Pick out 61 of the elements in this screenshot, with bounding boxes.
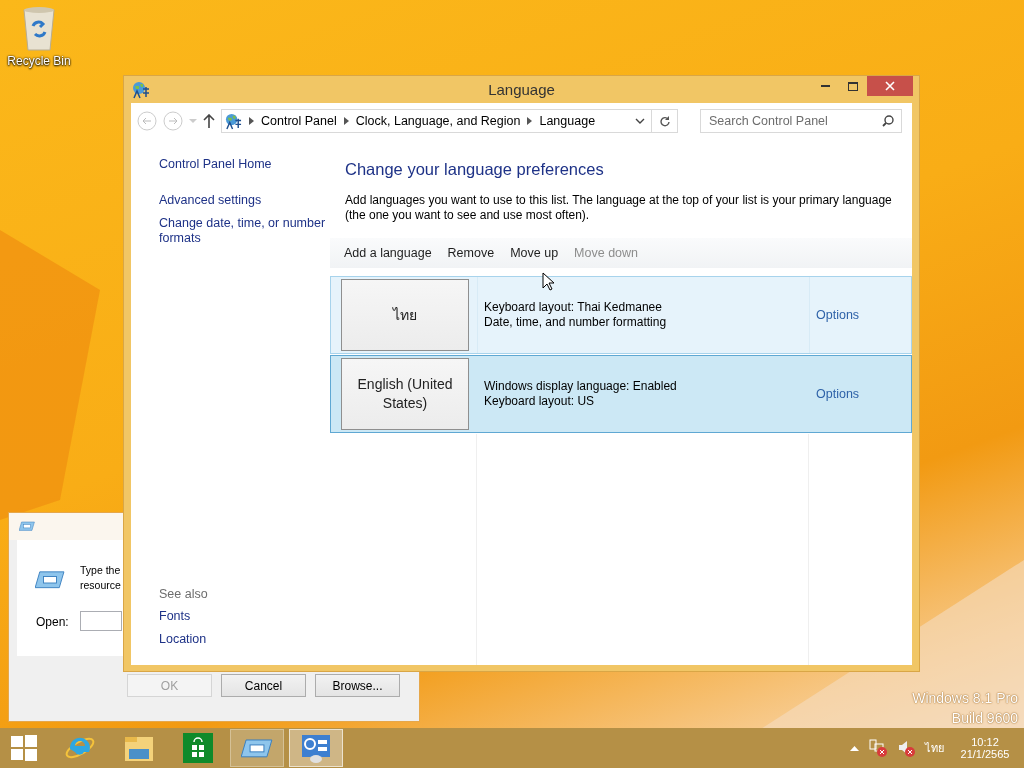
open-field[interactable]	[80, 611, 122, 631]
language-icon	[132, 80, 150, 99]
run-title-icon	[19, 521, 35, 532]
run-icon	[35, 570, 65, 590]
language-row[interactable]: ไทย Keyboard layout: Thai Kedmanee Date, time, and number formatting Options	[330, 276, 912, 354]
toolbar-button[interactable]: Add a language	[336, 246, 440, 260]
language-icon	[225, 112, 242, 130]
window-title: Language	[487, 81, 556, 98]
minimize-icon	[820, 85, 830, 87]
chevron-icon	[527, 117, 533, 125]
mouse-cursor-icon	[542, 272, 554, 291]
breadcrumb-item[interactable]: Control Panel	[261, 114, 337, 128]
up-button[interactable]	[203, 114, 215, 128]
language-detail: Keyboard layout: US	[484, 394, 596, 409]
search-field[interactable]: Search Control Panel	[700, 109, 902, 133]
language-button[interactable]: English (United States)	[341, 358, 469, 430]
control-panel-icon	[300, 732, 332, 764]
language-row[interactable]: English (United States) Windows display language: Enabled Keyboard layout: US Options	[330, 355, 912, 433]
edition-text: Build 9600	[951, 710, 1018, 726]
sidebar-link[interactable]: Change date, time, or number formats	[159, 216, 330, 246]
open-label: Open:	[36, 615, 69, 629]
language-detail: Keyboard layout: Thai Kedmanee	[484, 300, 663, 315]
language-detail: Date, time, and number formatting	[484, 315, 668, 330]
breadcrumb-item[interactable]: Language	[539, 114, 596, 128]
page-description: Add languages you want to use to this list. The language at the top of your list is your primary language (the one you want to see and use most often).	[345, 193, 893, 223]
language-detail: Windows display language: Enabled	[484, 379, 678, 394]
edition-text: Windows 8.1 Pro	[912, 690, 1018, 706]
windows-logo-icon	[11, 735, 37, 761]
address-bar[interactable]: Control Panel Clock, Language, and Region Language	[221, 109, 678, 133]
see-also-link[interactable]: Fonts	[159, 609, 330, 624]
search-icon	[882, 115, 894, 127]
toolbar-button[interactable]: Move up	[502, 246, 567, 260]
options-link[interactable]: Options	[816, 387, 860, 401]
store-icon	[183, 733, 213, 763]
sidebar-link[interactable]: Advanced settings	[159, 193, 330, 208]
chevron-icon	[249, 117, 254, 125]
clock-time: 10:12	[971, 736, 999, 748]
maximize-icon	[848, 81, 858, 91]
run-icon	[241, 737, 273, 759]
refresh-icon	[659, 115, 670, 127]
network-error-icon[interactable]	[869, 739, 887, 757]
see-also-link[interactable]: Location	[159, 632, 330, 647]
see-also-heading: See also	[159, 587, 209, 601]
dropdown-icon	[635, 118, 645, 124]
breadcrumb-item[interactable]: Clock, Language, and Region	[355, 114, 521, 128]
run-prompt-text: Type the resource	[80, 563, 122, 593]
dialog-button[interactable]: Browse...	[315, 674, 400, 697]
muted-speaker-icon[interactable]	[897, 739, 915, 757]
close-icon	[885, 81, 895, 91]
taskbar-app[interactable]	[289, 729, 343, 767]
taskbar-app[interactable]	[230, 729, 284, 767]
toolbar-button[interactable]: Remove	[439, 246, 503, 260]
recycle-bin-icon[interactable]	[21, 6, 57, 52]
chevron-icon	[343, 117, 349, 125]
language-button[interactable]: ไทย	[341, 279, 469, 351]
sidebar-link[interactable]: Control Panel Home	[159, 157, 330, 172]
page-heading: Change your language preferences	[345, 160, 605, 179]
show-hidden-icons-icon[interactable]	[850, 745, 859, 751]
dialog-button[interactable]: Cancel	[221, 674, 306, 697]
options-link[interactable]: Options	[816, 308, 860, 322]
clock-date: 21/1/2565	[960, 748, 1010, 760]
